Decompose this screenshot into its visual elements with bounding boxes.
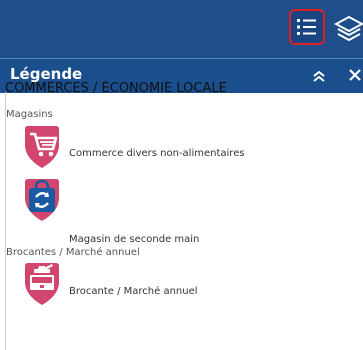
list-icon	[297, 19, 316, 35]
layers-icon	[334, 15, 363, 41]
legend-item-label: Brocante / Marché annuel	[69, 286, 198, 297]
group-label: Magasins	[6, 109, 53, 120]
legend-item-label: Magasin de seconde main	[69, 234, 200, 245]
legend-item-label: Commerce divers non-alimentaires	[69, 148, 245, 159]
cart-icon	[22, 125, 64, 169]
flea-market-icon	[22, 262, 64, 306]
group-label: Brocantes / Marché annuel	[6, 247, 140, 258]
recycle-bag-icon	[22, 178, 64, 222]
section-title: COMMERCES / ÉCONOMIE LOCALE	[5, 81, 227, 96]
legend-toggle-button[interactable]	[289, 9, 325, 45]
layers-button[interactable]	[334, 14, 363, 42]
top-toolbar	[0, 0, 363, 58]
close-icon[interactable]	[347, 66, 363, 84]
collapse-up-icon[interactable]	[311, 68, 327, 84]
